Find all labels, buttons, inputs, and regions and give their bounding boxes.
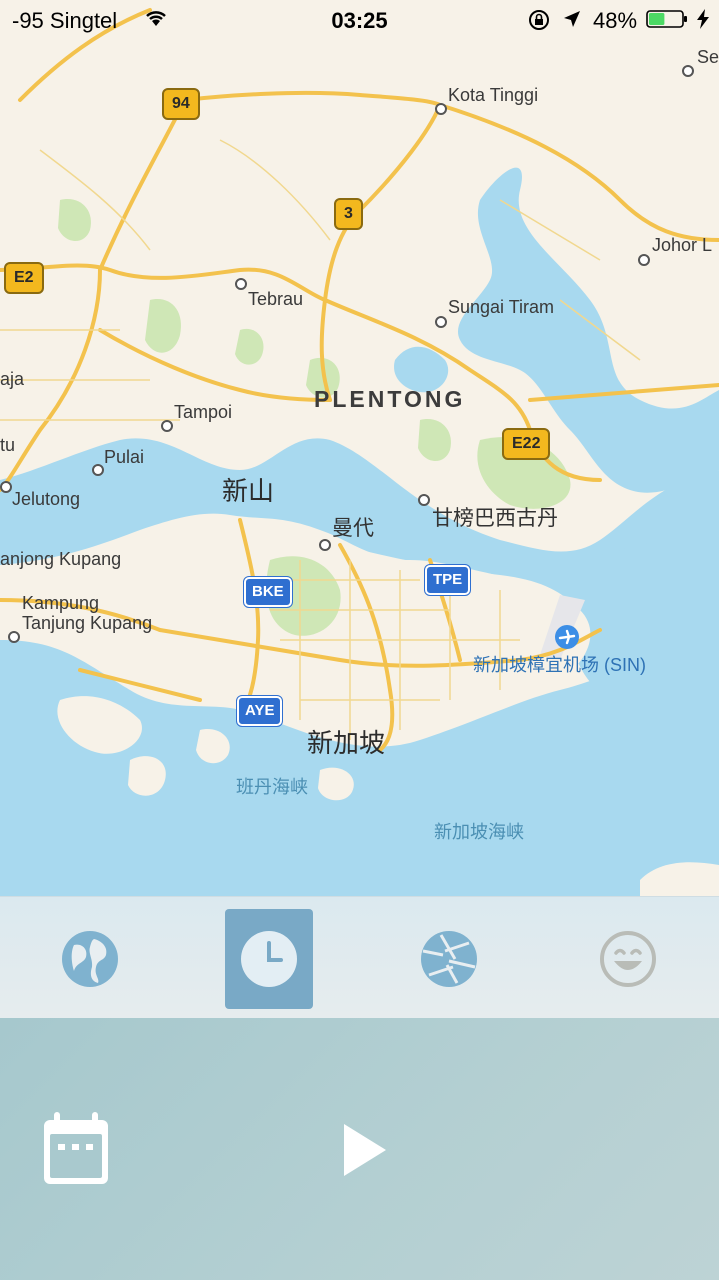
location-arrow-icon <box>564 11 580 27</box>
place-dot <box>8 631 20 643</box>
charging-bolt-icon <box>697 9 709 29</box>
status-bar: -95 Singtel 03:25 48% <box>0 0 719 40</box>
route-shield-tpe: TPE <box>423 564 472 596</box>
aperture-icon <box>421 931 477 987</box>
label-sungai-tiram: Sungai Tiram <box>448 297 555 317</box>
map-view[interactable]: 94 3 E2 E22 BKE TPE AYE Kota Tinggi Se J… <box>0 0 719 896</box>
route-shield-94: 94 <box>162 88 200 120</box>
place-dot <box>235 278 247 290</box>
route-shield-bke: BKE <box>243 576 293 608</box>
label-mandai: 曼代 <box>332 517 374 540</box>
smiley-icon <box>600 931 656 987</box>
label-aja: aja <box>0 369 25 389</box>
clock-icon <box>241 931 297 987</box>
playback-panel <box>0 1018 719 1280</box>
place-dot <box>435 103 447 115</box>
label-kampung: Kampung <box>22 593 100 613</box>
label-pasir-gudang: 甘榜巴西古丹 <box>432 507 558 530</box>
place-dot <box>435 316 447 328</box>
place-dot <box>638 254 650 266</box>
place-dot <box>682 65 694 77</box>
calendar-icon[interactable] <box>40 1110 112 1188</box>
globe-icon <box>62 931 118 987</box>
place-dot <box>92 464 104 476</box>
tab-clock[interactable] <box>225 909 313 1009</box>
battery-percent: 48% <box>593 8 638 33</box>
label-se: Se <box>697 47 719 67</box>
tab-smiley[interactable] <box>584 909 672 1009</box>
label-tu: tu <box>0 435 16 455</box>
label-changi-airport: 新加坡樟宜机场 (SIN) <box>473 655 646 675</box>
label-pandan-strait: 班丹海峡 <box>236 777 308 797</box>
battery-icon <box>646 10 687 28</box>
label-tanjung-kupang: Tanjung Kupang <box>22 613 153 633</box>
label-johor-l: Johor L <box>652 235 713 255</box>
place-dot <box>0 481 12 493</box>
label-tebrau: Tebrau <box>248 289 304 309</box>
tab-aperture[interactable] <box>405 909 493 1009</box>
mode-tab-bar <box>0 896 719 1019</box>
battery-fill <box>649 13 665 25</box>
rotation-lock-icon <box>529 10 549 30</box>
label-johor-bahru: 新山 <box>222 476 275 506</box>
label-tampoi: Tampoi <box>174 402 233 422</box>
label-pulai: Pulai <box>104 447 145 467</box>
label-tanjong-kupang: anjong Kupang <box>0 549 122 569</box>
place-dot <box>319 539 331 551</box>
label-jelutong: Jelutong <box>12 489 81 509</box>
place-dot <box>161 420 173 432</box>
route-shield-aye: AYE <box>235 695 284 727</box>
tab-globe[interactable] <box>46 909 134 1009</box>
label-singapore-strait: 新加坡海峡 <box>434 822 524 842</box>
label-plentong: PLENTONG <box>314 386 466 412</box>
play-button[interactable] <box>342 1122 388 1178</box>
place-dot <box>418 494 430 506</box>
airport-icon <box>555 625 579 649</box>
route-shield-3: 3 <box>334 198 363 230</box>
label-singapore: 新加坡 <box>307 728 386 758</box>
route-shield-e2: E2 <box>4 262 44 294</box>
label-kota-tinggi: Kota Tinggi <box>448 85 539 105</box>
route-shield-e22: E22 <box>502 428 551 460</box>
